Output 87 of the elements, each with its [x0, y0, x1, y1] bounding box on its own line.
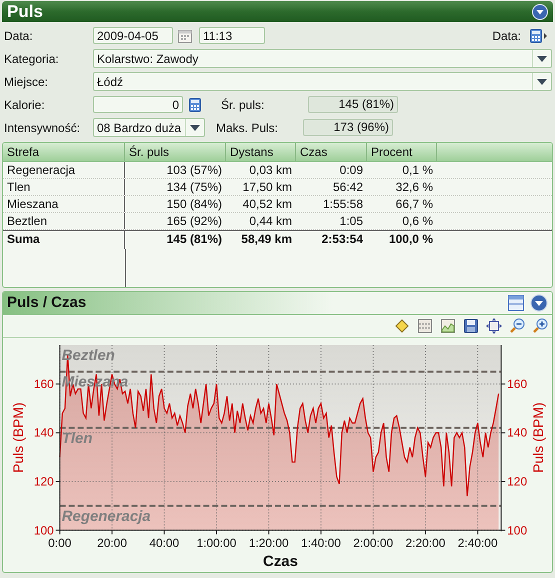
diamond-icon[interactable]: [394, 318, 410, 334]
field-label: Miejsce:: [4, 74, 50, 88]
field-label: Intensywność:: [4, 120, 82, 134]
table-cell-text: 0,44 km: [248, 213, 293, 229]
zone-label: Beztlen: [62, 346, 115, 364]
max-pulse-value: 173 (96%): [303, 119, 393, 136]
collapse-icon[interactable]: [532, 4, 548, 20]
table-cell-text: 103 (57%): [166, 162, 223, 178]
table-cell-text: 66,7 %: [394, 196, 434, 212]
field-label: Data:: [492, 28, 521, 42]
x-tick-label: 1:20:00: [248, 536, 289, 550]
table-cell-text: 134 (75%): [166, 179, 223, 195]
fit-icon[interactable]: [486, 318, 502, 334]
place-dropdown[interactable]: Łódź: [93, 72, 552, 91]
x-tick-label: 20:00: [97, 536, 127, 550]
intensity-dropdown[interactable]: 08 Bardzo duża: [93, 118, 205, 137]
table-cell-text: 0,6 %: [401, 213, 434, 229]
date-field[interactable]: 2009-04-05: [93, 27, 173, 44]
x-tick-label: 1:00:00: [196, 536, 236, 550]
table-cell-text: 56:42: [332, 179, 364, 195]
table-cell-text: 0:09: [338, 162, 364, 178]
calculator-icon[interactable]: [187, 96, 203, 112]
y-tick-label: 120: [34, 474, 54, 488]
y-axis-title: Puls (BPM): [10, 402, 26, 473]
time-field[interactable]: 11:13: [199, 27, 265, 44]
field-label: Śr. puls:: [221, 98, 266, 112]
total-cell: Suma: [3, 231, 125, 249]
save-icon[interactable]: [463, 318, 479, 334]
x-tick-label: 2:40:00: [458, 536, 498, 550]
table-cell: Mieszana: [3, 196, 125, 212]
zones-icon[interactable]: [417, 318, 433, 334]
column-header[interactable]: Strefa: [3, 143, 125, 161]
panel-title: Puls: [7, 2, 43, 22]
zoom-out-icon[interactable]: [509, 318, 525, 334]
y-axis-title: Puls (BPM): [530, 402, 546, 473]
column-header[interactable]: Dystans: [226, 143, 296, 161]
x-tick-label: 0:00: [48, 536, 72, 550]
x-tick-label: 2:00:00: [353, 536, 394, 550]
column-header[interactable]: Czas: [296, 143, 367, 161]
table-cell-text: 32,6 %: [394, 179, 434, 195]
dropdown-arrow-icon: [190, 124, 200, 130]
y-tick-label: 160: [34, 376, 54, 391]
column-header[interactable]: Śr. puls: [125, 143, 226, 161]
y-tick-label: 140: [34, 426, 54, 440]
table-cell-text: 0,1 %: [401, 162, 434, 178]
y-tick-label: 100: [507, 523, 528, 538]
total-cell-text: 58,49 km: [240, 231, 293, 248]
zoom-in-icon[interactable]: [532, 318, 548, 334]
field-label: Data:: [4, 28, 34, 42]
total-cell-text: 2:53:54: [320, 231, 364, 248]
avg-pulse-value: 145 (81%): [308, 96, 398, 113]
calendar-icon[interactable]: [177, 28, 193, 44]
total-cell-text: 145 (81%): [166, 231, 223, 248]
calculator-menu-icon[interactable]: [529, 28, 549, 44]
x-tick-label: 2:20:00: [406, 536, 446, 550]
y-tick-label: 160: [507, 376, 528, 391]
y-tick-label: 120: [507, 474, 528, 488]
x-tick-label: 1:40:00: [301, 536, 341, 550]
table-cell-text: 1:05: [338, 213, 364, 229]
dropdown-arrow-icon: [537, 56, 547, 62]
field-label: Kalorie:: [4, 98, 46, 112]
layout-icon[interactable]: [507, 294, 525, 312]
calories-field[interactable]: 0: [93, 96, 183, 113]
table-cell-text: 150 (84%): [166, 196, 223, 212]
table-cell-text: 165 (92%): [166, 213, 223, 229]
collapse-icon[interactable]: [530, 294, 548, 312]
field-label: Kategoria:: [4, 52, 60, 66]
table-cell-text: 17,50 km: [242, 179, 293, 195]
category-dropdown[interactable]: Kolarstwo: Zawody: [93, 49, 552, 68]
table-cell: Tlen: [3, 179, 125, 195]
dropdown-arrow-icon: [537, 78, 547, 84]
column-header[interactable]: Procent: [367, 143, 437, 161]
x-axis-title: Czas: [263, 553, 298, 570]
chart-icon[interactable]: [440, 318, 456, 334]
y-tick-label: 100: [34, 523, 54, 538]
table-cell: Beztlen: [3, 213, 125, 229]
table-cell-text: 1:55:58: [322, 196, 364, 212]
zone-label: Regeneracja: [62, 508, 151, 525]
zone-label: Tlen: [62, 430, 92, 447]
table-cell-text: 40,52 km: [242, 196, 293, 212]
panel-title: Puls / Czas: [7, 294, 86, 312]
total-cell-text: 100,0 %: [388, 231, 434, 248]
table-cell-text: 0,03 km: [248, 162, 293, 178]
table-cell: Regeneracja: [3, 162, 125, 178]
x-tick-label: 40:00: [149, 536, 180, 550]
field-label: Maks. Puls:: [216, 120, 280, 134]
y-tick-label: 140: [507, 426, 528, 440]
